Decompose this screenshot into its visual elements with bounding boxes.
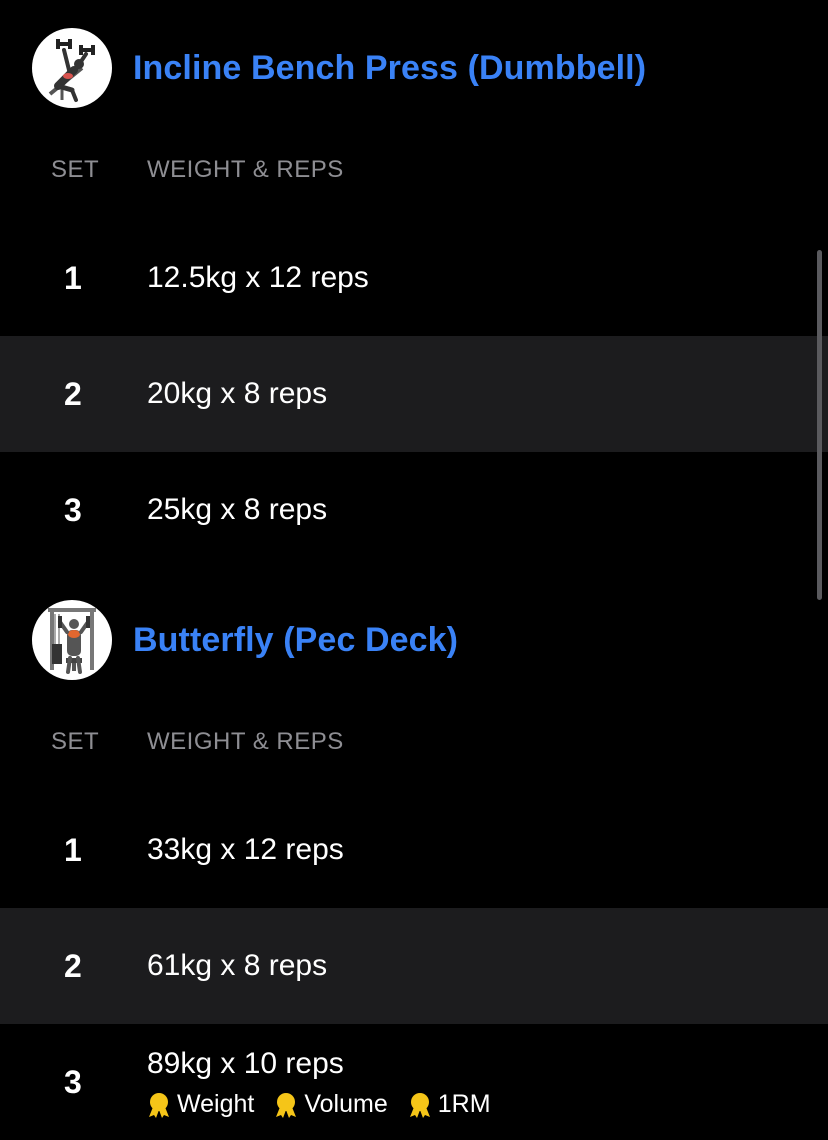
- set-row[interactable]: 1 33kg x 12 reps: [0, 792, 828, 908]
- exercise-thumbnail[interactable]: [32, 28, 112, 108]
- pr-badge-weight: Weight: [145, 1090, 254, 1119]
- vertical-scrollbar[interactable]: [817, 250, 822, 600]
- set-weight-reps: 25kg x 8 reps: [147, 493, 328, 526]
- medal-icon: [409, 1092, 430, 1118]
- exercise-thumbnail[interactable]: [32, 600, 112, 680]
- medal-icon: [149, 1092, 169, 1118]
- set-number: 2: [64, 948, 82, 984]
- column-header-row: SET WEIGHT & REPS: [0, 156, 828, 188]
- set-number: 1: [64, 260, 82, 296]
- incline-dumbbell-press-icon: [48, 39, 95, 102]
- exercise-header[interactable]: Incline Bench Press (Dumbbell): [32, 28, 646, 108]
- pr-badge-volume: Volume: [272, 1090, 388, 1119]
- column-header-row: SET WEIGHT & REPS: [0, 728, 828, 760]
- set-number: 2: [64, 376, 82, 412]
- set-row[interactable]: 2 20kg x 8 reps: [0, 336, 828, 452]
- personal-record-badges: Weight Volume 1RM: [145, 1090, 509, 1119]
- set-number: 3: [64, 1064, 82, 1100]
- column-header-set: SET: [51, 156, 100, 183]
- exercise-header[interactable]: Butterfly (Pec Deck): [32, 600, 458, 680]
- pr-badge-label: Weight: [177, 1090, 255, 1118]
- column-header-weight-reps: WEIGHT & REPS: [147, 156, 344, 183]
- set-weight-reps: 20kg x 8 reps: [147, 377, 328, 410]
- set-row[interactable]: 3 89kg x 10 reps Weight Volume 1RM: [0, 1024, 828, 1140]
- column-header-set: SET: [51, 728, 100, 755]
- column-header-weight-reps: WEIGHT & REPS: [147, 728, 344, 755]
- pr-badge-label: Volume: [304, 1090, 388, 1118]
- set-weight-reps: 33kg x 12 reps: [147, 833, 344, 866]
- pec-deck-machine-icon: [48, 608, 96, 674]
- medal-icon: [276, 1092, 297, 1118]
- set-weight-reps: 61kg x 8 reps: [147, 949, 328, 982]
- set-row[interactable]: 1 12.5kg x 12 reps: [0, 220, 828, 336]
- exercise-title[interactable]: Butterfly (Pec Deck): [133, 621, 458, 660]
- set-row[interactable]: 3 25kg x 8 reps: [0, 452, 828, 568]
- set-weight-reps: 89kg x 10 reps: [147, 1047, 344, 1080]
- set-row[interactable]: 2 61kg x 8 reps: [0, 908, 828, 1024]
- pr-badge-label: 1RM: [437, 1090, 491, 1118]
- exercise-title[interactable]: Incline Bench Press (Dumbbell): [133, 49, 646, 88]
- pr-badge-1rm: 1RM: [406, 1090, 491, 1119]
- set-weight-reps: 12.5kg x 12 reps: [147, 261, 369, 294]
- set-number: 3: [64, 492, 82, 528]
- set-number: 1: [64, 832, 82, 868]
